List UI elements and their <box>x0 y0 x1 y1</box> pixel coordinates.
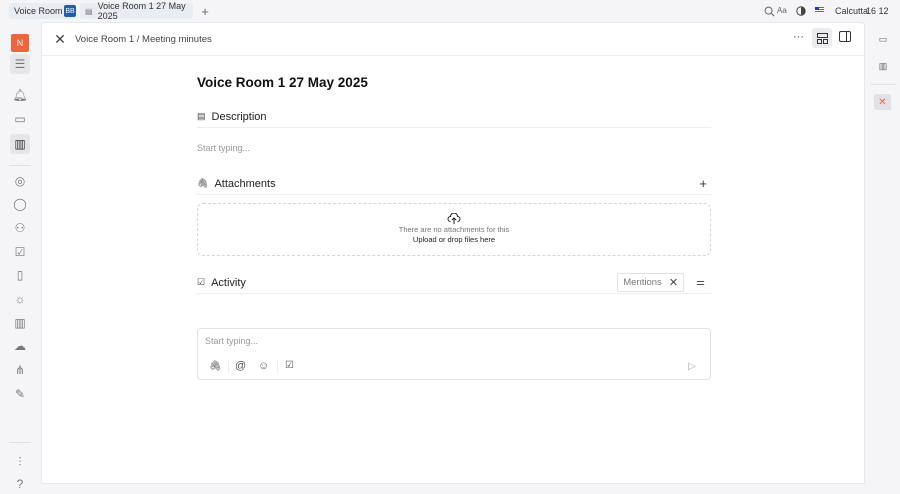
layout-icon <box>816 32 828 44</box>
close-icon[interactable]: ✕ <box>669 276 678 289</box>
upload-cloud-icon <box>447 213 461 224</box>
attach-icon[interactable]: 🖇︎ <box>209 361 222 372</box>
filter-settings-icon[interactable]: ⚌ <box>696 277 705 288</box>
flag-icon[interactable] <box>815 7 824 13</box>
calendar-icon[interactable]: ▭ <box>876 32 890 46</box>
section-label: Activity <box>211 276 246 289</box>
settings-sliders-icon[interactable]: ⫶ <box>10 452 30 472</box>
panel-icon <box>839 31 851 42</box>
description-section: ▤ Description <box>197 106 711 128</box>
activity-section: ☑ Activity Mentions ✕ ⚌ <box>197 272 711 294</box>
header-divider <box>42 55 864 56</box>
font-size-button[interactable]: Aa <box>777 6 787 15</box>
calendar-icon[interactable]: ▭ <box>10 109 30 129</box>
contacts-icon[interactable]: ◎ <box>10 171 30 191</box>
add-attachment-button[interactable]: + <box>699 176 707 191</box>
user-badge: BB <box>64 5 76 17</box>
more-button[interactable]: ··· <box>793 31 804 43</box>
tab-label: Voice Room 1 <box>14 6 71 16</box>
menu-button[interactable]: ☰ <box>10 54 30 74</box>
chat-icon[interactable]: ◯ <box>10 194 30 214</box>
upload-link[interactable]: Upload or drop files here <box>198 235 710 244</box>
documents-icon[interactable]: ▯ <box>10 265 30 285</box>
side-panel-toggle-button[interactable] <box>839 31 851 42</box>
tab-label: Voice Room 1 27 May 2025 <box>97 1 186 21</box>
mentions-filter-chip[interactable]: Mentions ✕ <box>617 273 685 292</box>
sun-icon[interactable]: ☼ <box>10 289 30 309</box>
bell-icon[interactable]: 🔔︎ <box>10 85 30 105</box>
document-panel: ✕ Voice Room 1 / Meeting minutes ··· Voi… <box>41 22 865 484</box>
office-icon[interactable]: ▥ <box>10 134 30 154</box>
upload-dropzone[interactable]: There are no attachments for this Upload… <box>197 203 711 256</box>
attachments-section: 🖇︎ Attachments + <box>197 173 711 195</box>
document-icon: ▤ <box>85 6 93 16</box>
description-icon: ▤ <box>197 111 206 121</box>
people-icon[interactable]: ⚇ <box>10 218 30 238</box>
edit-icon[interactable]: ✎ <box>10 384 30 404</box>
chip-label: Mentions <box>623 277 662 288</box>
activity-icon: ☑ <box>197 277 206 287</box>
close-button[interactable]: ✕ <box>53 31 67 47</box>
cloud-icon[interactable]: ☁ <box>10 336 30 356</box>
layout-toggle-button[interactable] <box>812 28 832 48</box>
add-reference-icon[interactable]: ☑ <box>285 360 294 371</box>
description-input[interactable]: Start typing... <box>197 143 250 153</box>
emoji-icon[interactable]: ☺ <box>258 360 269 372</box>
tree-icon[interactable]: ⋔ <box>10 360 30 380</box>
tasks-icon[interactable]: ☑ <box>10 242 30 262</box>
comment-input[interactable]: Start typing... <box>205 336 258 346</box>
office-icon[interactable]: ▥ <box>876 59 890 73</box>
section-label: Description <box>211 110 267 123</box>
help-icon[interactable]: ? <box>10 474 30 494</box>
tab-meeting-minutes[interactable]: ▤ Voice Room 1 27 May 2025 <box>80 1 193 21</box>
sidebar-divider <box>870 84 896 85</box>
add-tab-button[interactable]: + <box>198 4 212 19</box>
book-icon[interactable]: ▥ <box>10 313 30 333</box>
breadcrumb[interactable]: Voice Room 1 / Meeting minutes <box>75 34 212 45</box>
workspace-avatar[interactable]: N <box>11 34 29 52</box>
paperclip-icon: 🖇︎ <box>197 178 209 188</box>
mic-off-button[interactable]: ✕ <box>874 94 891 110</box>
theme-toggle-icon[interactable] <box>794 4 808 18</box>
comment-box: Start typing... 🖇︎ @ ☺ ☑ ▷ <box>197 328 711 380</box>
clock-label: 16 12 <box>866 6 889 16</box>
mention-icon[interactable]: @ <box>235 360 246 372</box>
location-label[interactable]: Calcutta <box>835 6 868 16</box>
search-icon[interactable] <box>762 4 776 18</box>
empty-attachments-text: There are no attachments for this <box>398 225 510 234</box>
sidebar-divider <box>9 442 31 443</box>
send-button[interactable]: ▷ <box>688 361 696 372</box>
page-title[interactable]: Voice Room 1 27 May 2025 <box>197 75 368 90</box>
sidebar-divider <box>9 165 31 166</box>
section-label: Attachments <box>214 177 276 190</box>
